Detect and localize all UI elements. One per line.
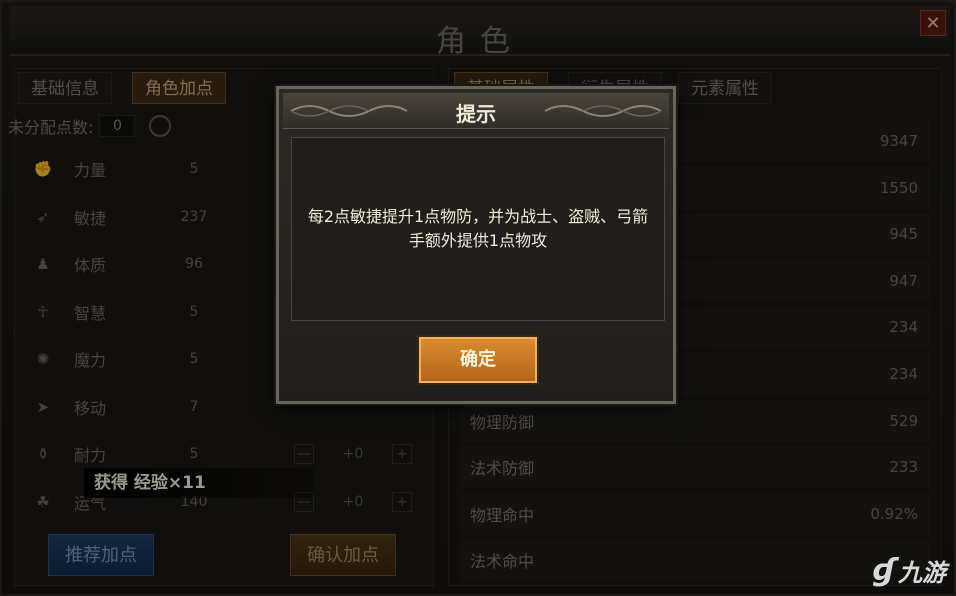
hint-dialog: 提示 每2点敏捷提升1点物防，并为战士、盗贼、弓箭手额外提供1点物攻 确定 — [276, 86, 676, 404]
watermark-text: 九游 — [898, 559, 946, 587]
watermark-logo-icon: ɠ — [872, 553, 896, 588]
ornament-right-icon — [544, 105, 662, 117]
dialog-message-text: 每2点敏捷提升1点物防，并为战士、盗贼、弓箭手额外提供1点物攻 — [307, 207, 649, 250]
dialog-ok-button[interactable]: 确定 — [419, 337, 537, 383]
site-watermark: ɠ 九游 — [872, 553, 946, 588]
dialog-header: 提示 — [283, 93, 669, 129]
dialog-message: 每2点敏捷提升1点物防，并为战士、盗贼、弓箭手额外提供1点物攻 — [291, 137, 665, 321]
